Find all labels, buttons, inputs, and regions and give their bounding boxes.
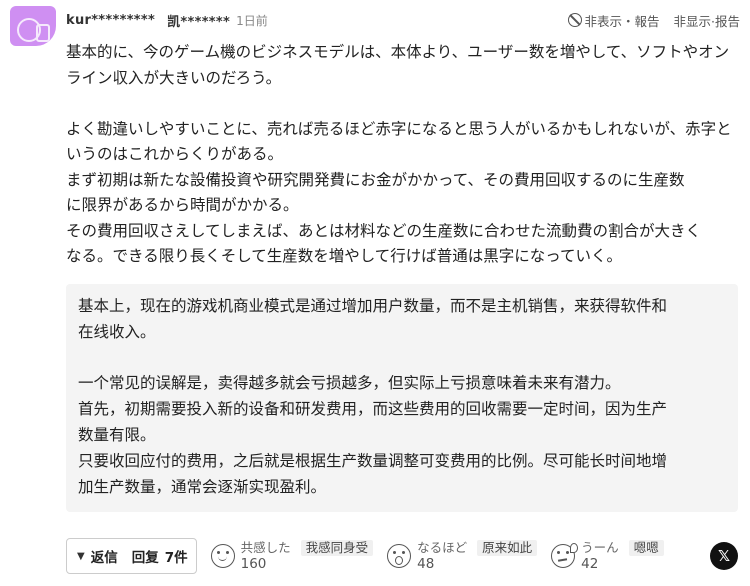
translation-line: 基本上，现在的游戏机商业模式是通过增加用户数量，而不是主机销售，来获得软件和 [78, 297, 668, 315]
reaction-name-translated: 我感同身受 [300, 540, 374, 556]
surprised-face-icon [387, 544, 412, 568]
comment-header: kur********* 凯******* 1日前 非表示・報告 非显示·报告 [66, 8, 740, 32]
translation-line: 只要收回应付的费用，之后就是根据生产数量调整可变费用的比例。尽可能长时间地增 [78, 451, 668, 470]
smile-face-icon [210, 544, 235, 568]
caret-down-icon: ▼ [77, 550, 85, 562]
reply-count: 7件 [164, 550, 188, 566]
reaction-name-translated: 原来如此 [477, 540, 538, 556]
x-share-icon[interactable]: 𝕏 [710, 542, 738, 570]
reply-label-translated: 回复 [131, 550, 159, 566]
reaction-name: うーん [581, 540, 619, 555]
comment-footer: ▼ 返信 回复 7件 共感した 我感同身受 160 なるほど 原来如此 48 う [66, 536, 738, 576]
comment-line: ライン収入が大きいのだろう。 [66, 68, 282, 87]
reaction-count: 48 [417, 556, 435, 572]
comment-line: その費用回収さえしてしまえば、あとは材料などの生産数に合わせた流動費の割合が大き… [66, 221, 702, 240]
translation-box: 基本上，现在的游戏机商业模式是通过增加用户数量，而不是主机销售，来获得软件和 在… [66, 284, 738, 512]
hide-report-label-translated[interactable]: 非显示·报告 [674, 11, 740, 30]
comment-line: なる。できる限り長くそして生産数を増やして行けば普通は黒字になっていく。 [66, 247, 622, 265]
translation-line: 首先，初期需要投入新的设备和研发费用，而这些费用的回收需要一定时间，因为生产 [78, 400, 668, 419]
hide-report-button[interactable]: 非表示・報告 [567, 11, 660, 30]
reaction-name: なるほど [417, 540, 468, 555]
translation-line: 加生产数量，通常会逐渐实现盈利。 [78, 477, 327, 496]
reply-label: 返信 [90, 550, 118, 566]
ban-icon [567, 13, 582, 27]
comment-line: いうのはこれからくりがある。 [66, 145, 284, 163]
reaction-understood-button[interactable]: なるほど 原来如此 48 [387, 536, 538, 576]
username[interactable]: kur********* [66, 13, 155, 28]
translation-line: 一个常见的误解是，卖得越多就会亏损越多，但实际上亏损意味着未来有潜力。 [78, 374, 621, 393]
user-avatar [10, 6, 56, 46]
translation-line: 数量有限。 [78, 425, 156, 444]
username-translated: 凯******* [167, 14, 231, 30]
comment-body: 基本的に、今のゲーム機のビジネスモデルは、本体より、ユーザー数を増やして、ソフト… [66, 40, 740, 270]
comment-line: よく勘違いしやすいことに、売れば売るほど赤字になると思う人がいるかもしれないが、… [66, 119, 732, 138]
reaction-count: 160 [240, 556, 267, 572]
thinking-face-icon [551, 543, 579, 568]
comment-line: 基本的に、今のゲーム機のビジネスモデルは、本体より、ユーザー数を増やして、ソフト… [66, 43, 730, 61]
reaction-empathize-button[interactable]: 共感した 我感同身受 160 [210, 536, 374, 576]
hide-report-label: 非表示・報告 [584, 13, 660, 29]
reaction-name-translated: 嗯嗯 [628, 540, 664, 556]
reaction-hmm-button[interactable]: うーん 嗯嗯 42 [551, 536, 664, 576]
reaction-name: 共感した [240, 540, 291, 555]
comment-line: まず初期は新たな設備投資や研究開発費にお金がかかって、その費用回収するのに生産数 [66, 170, 685, 189]
reaction-count: 42 [581, 556, 599, 572]
translation-line: 在线收入。 [78, 322, 156, 341]
reply-button[interactable]: ▼ 返信 回复 7件 [66, 538, 197, 574]
comment-line: に限界があるから時間がかかる。 [66, 196, 299, 214]
comment-timestamp: 1日前 [236, 13, 268, 28]
